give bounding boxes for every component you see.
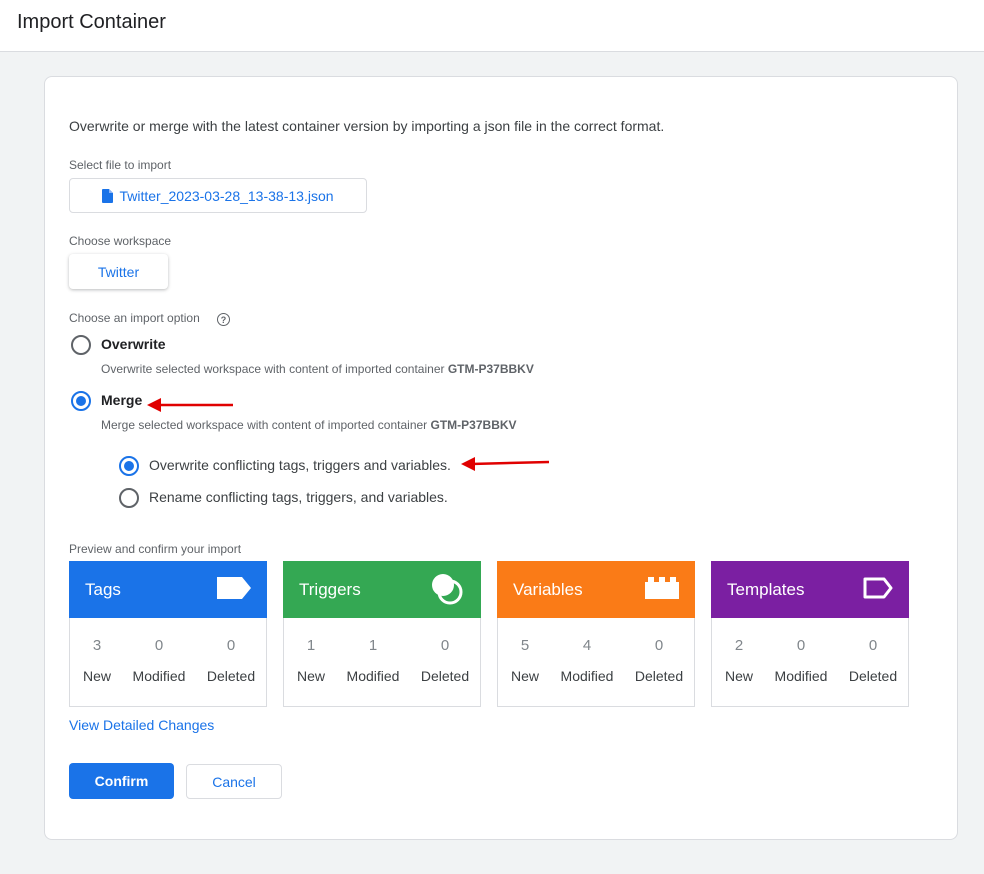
triggers-deleted-label: Deleted — [420, 668, 470, 684]
tags-tile-title: Tags — [85, 579, 121, 599]
overwrite-title: Overwrite — [101, 336, 166, 352]
top-bar: Import Container — [0, 0, 984, 52]
preview-label: Preview and confirm your import — [69, 542, 242, 556]
merge-overwrite-conflicts-radio[interactable] — [119, 456, 139, 476]
variable-blocks-icon — [645, 577, 679, 599]
merge-overwrite-conflicts-label: Overwrite conflicting tags, triggers and… — [149, 457, 451, 473]
merge-title: Merge — [101, 392, 143, 408]
tags-tile: Tags 3 0 0 New Modified Deleted — [69, 561, 267, 707]
overwrite-container-id: GTM-P37BBKV — [447, 362, 534, 376]
tags-deleted-label: Deleted — [206, 668, 256, 684]
variables-modified-count: 4 — [582, 637, 592, 654]
tags-deleted-count: 0 — [226, 637, 236, 654]
triggers-modified-count: 1 — [368, 637, 378, 654]
workspace-select-button[interactable]: Twitter — [69, 254, 168, 289]
annotation-arrow-overwrite-conflicts — [461, 457, 550, 471]
file-label: Select file to import — [69, 158, 172, 172]
intro-text: Overwrite or merge with the latest conta… — [69, 118, 665, 134]
import-option-label: Choose an import option — [69, 311, 200, 325]
annotation-arrow-merge — [147, 398, 233, 412]
variables-tile-header: Variables — [497, 561, 695, 618]
file-name: Twitter_2023-03-28_13-38-13.json — [119, 187, 334, 204]
file-select-button[interactable]: Twitter_2023-03-28_13-38-13.json — [69, 178, 367, 213]
tag-icon — [217, 577, 251, 599]
variables-deleted-label: Deleted — [634, 668, 684, 684]
overwrite-radio[interactable] — [71, 335, 91, 355]
templates-deleted-label: Deleted — [848, 668, 898, 684]
file-icon — [102, 188, 114, 203]
variables-new-count: 5 — [520, 637, 530, 654]
merge-container-id: GTM-P37BBKV — [430, 418, 517, 432]
overwrite-description: Overwrite selected workspace with conten… — [101, 362, 534, 376]
variables-modified-label: Modified — [560, 668, 614, 684]
triggers-new-count: 1 — [306, 637, 316, 654]
triggers-modified-label: Modified — [346, 668, 400, 684]
cancel-button[interactable]: Cancel — [186, 764, 282, 799]
triggers-new-label: New — [296, 668, 325, 684]
triggers-tile: Triggers 1 1 0 New Modified Deleted — [283, 561, 481, 707]
templates-new-count: 2 — [734, 637, 744, 654]
merge-rename-conflicts-radio[interactable] — [119, 488, 139, 508]
tags-modified-label: Modified — [132, 668, 186, 684]
merge-radio[interactable] — [71, 391, 91, 411]
merge-desc-text: Merge selected workspace with content of… — [101, 418, 428, 432]
templates-deleted-count: 0 — [868, 637, 878, 654]
variables-new-label: New — [510, 668, 539, 684]
variables-tile: Variables 5 4 0 New Modified Deleted — [497, 561, 695, 707]
templates-modified-label: Modified — [774, 668, 828, 684]
templates-modified-count: 0 — [796, 637, 806, 654]
tags-new-count: 3 — [92, 637, 102, 654]
view-detailed-changes-link[interactable]: View Detailed Changes — [69, 717, 214, 733]
workspace-label: Choose workspace — [69, 234, 172, 248]
variables-tile-title: Variables — [513, 579, 583, 599]
variables-deleted-count: 0 — [654, 637, 664, 654]
help-icon[interactable]: ? — [217, 313, 230, 326]
merge-description: Merge selected workspace with content of… — [101, 418, 517, 432]
templates-tile: Templates 2 0 0 New Modified Deleted — [711, 561, 909, 707]
merge-rename-conflicts-label: Rename conflicting tags, triggers, and v… — [149, 489, 448, 505]
triggers-tile-title: Triggers — [299, 579, 361, 599]
tags-tile-header: Tags — [69, 561, 267, 618]
templates-new-label: New — [724, 668, 753, 684]
overwrite-desc-text: Overwrite selected workspace with conten… — [101, 362, 445, 376]
triggers-deleted-count: 0 — [440, 637, 450, 654]
confirm-button[interactable]: Confirm — [69, 763, 174, 799]
tags-modified-count: 0 — [154, 637, 164, 654]
tags-new-label: New — [82, 668, 111, 684]
template-tag-icon — [863, 577, 893, 599]
import-card: Overwrite or merge with the latest conta… — [44, 76, 958, 840]
templates-tile-header: Templates — [711, 561, 909, 618]
templates-tile-title: Templates — [727, 579, 805, 599]
page-title: Import Container — [17, 11, 166, 33]
triggers-tile-header: Triggers — [283, 561, 481, 618]
trigger-icon — [432, 574, 463, 605]
